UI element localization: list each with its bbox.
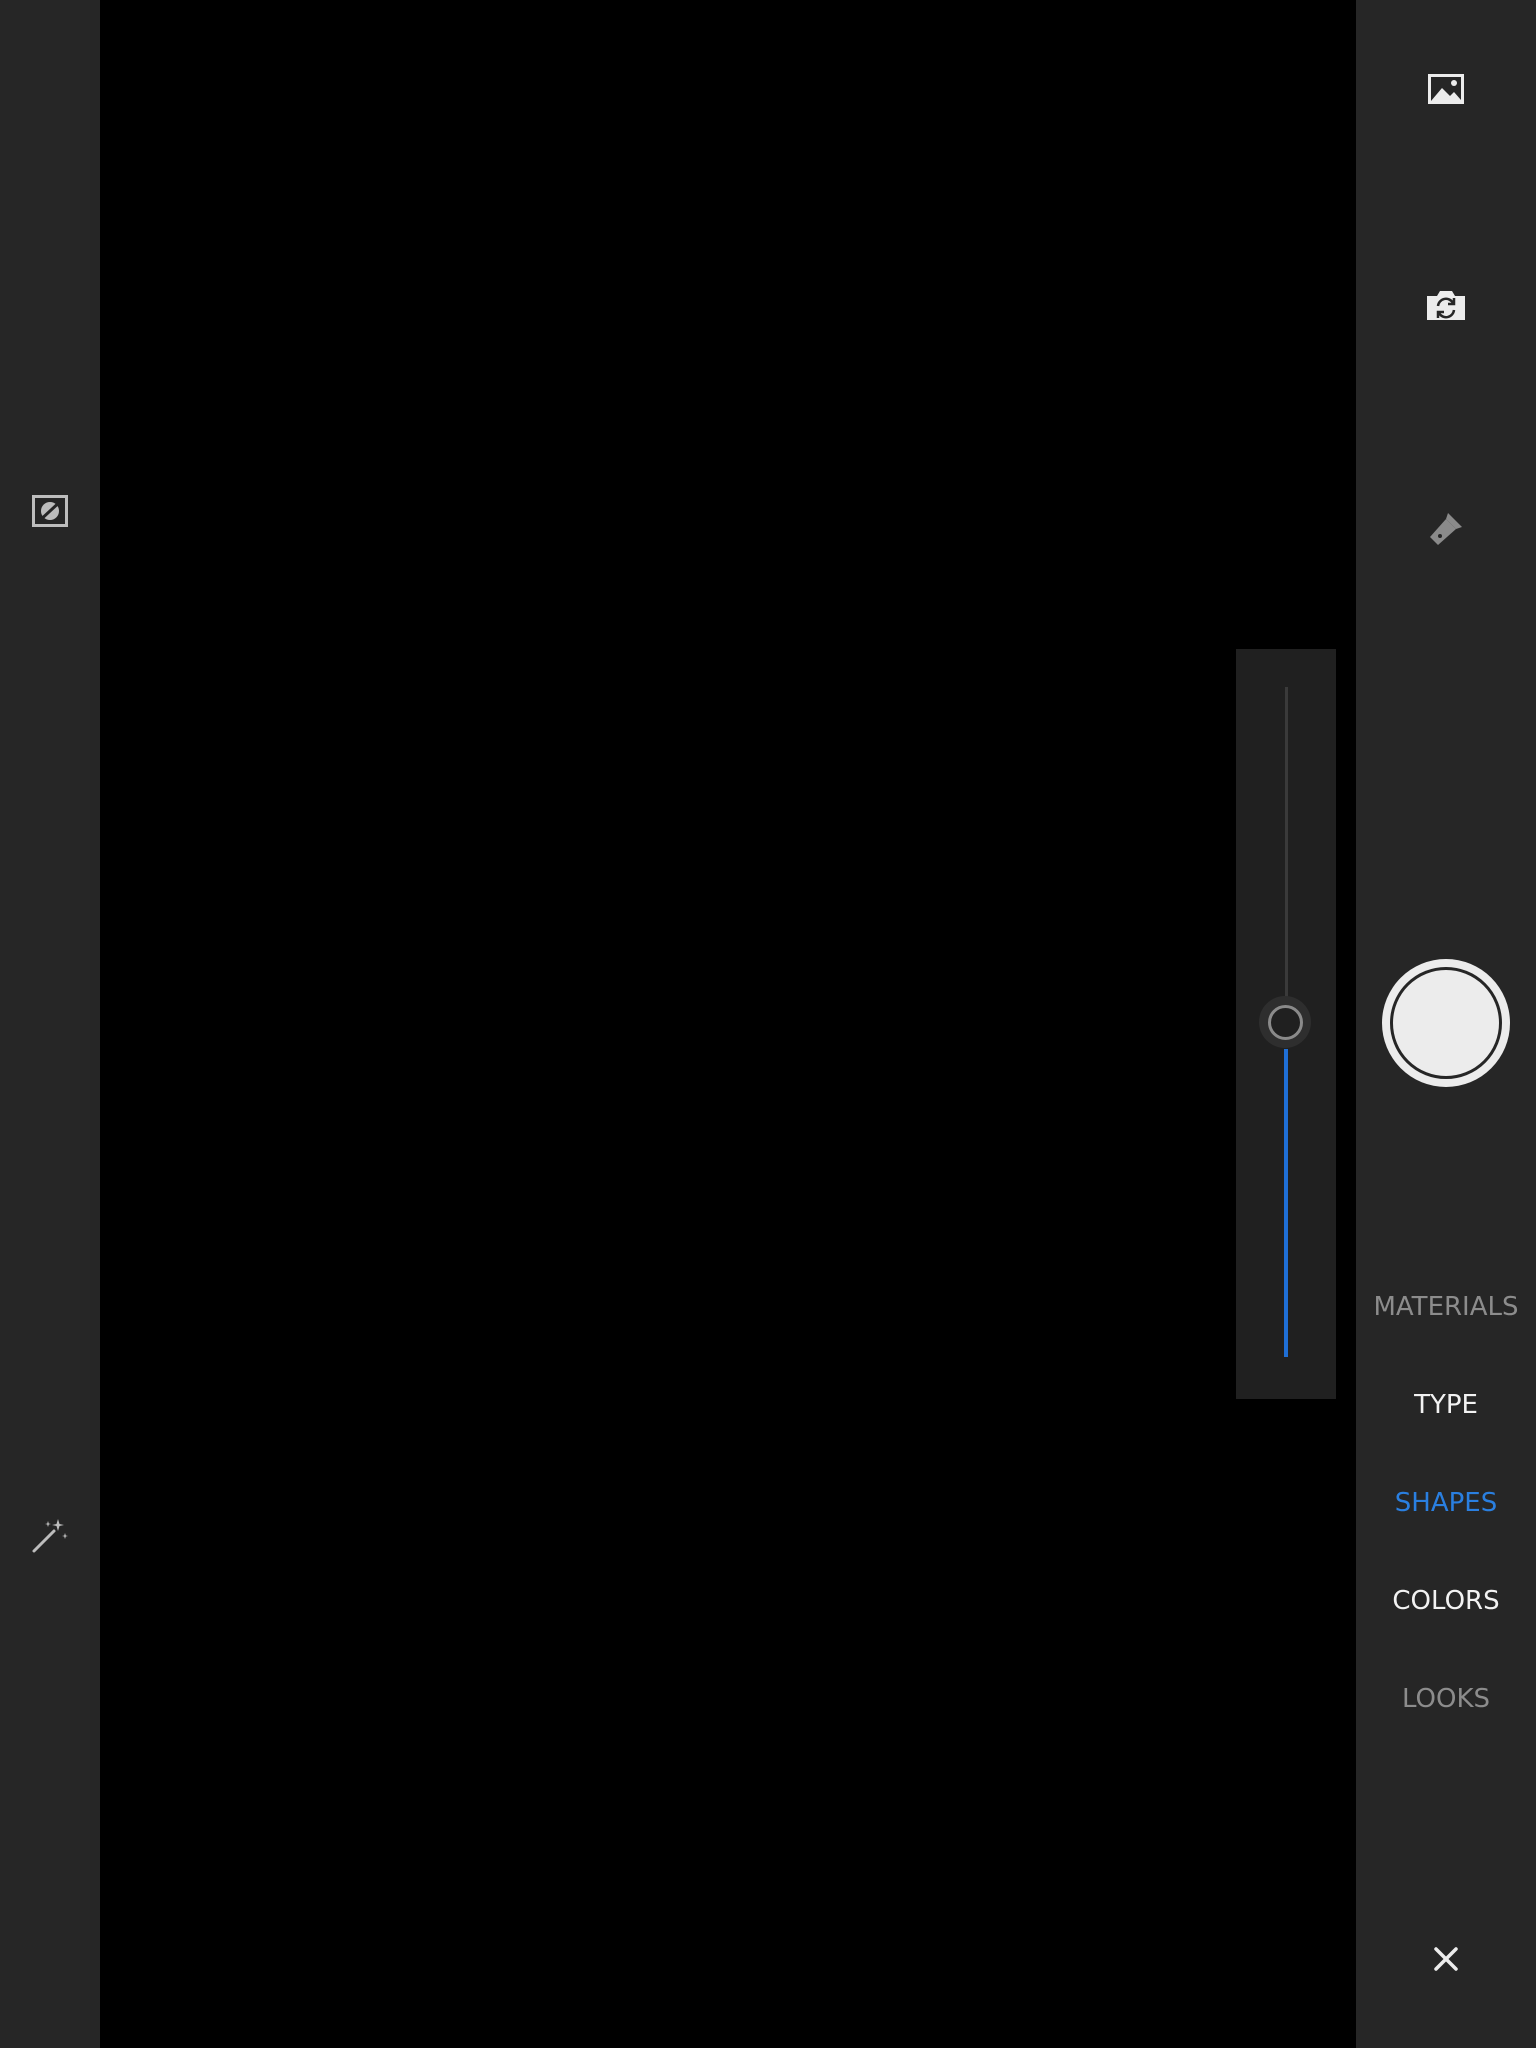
close-icon: [1431, 1944, 1461, 1974]
no-filter-button[interactable]: [20, 481, 80, 541]
shutter-button[interactable]: [1382, 959, 1510, 1087]
close-button[interactable]: [1416, 1929, 1476, 1989]
zoom-slider[interactable]: [1236, 649, 1336, 1399]
switch-camera-icon: [1425, 288, 1467, 322]
mode-materials[interactable]: MATERIALS: [1356, 1282, 1536, 1332]
mode-shapes[interactable]: SHAPES: [1356, 1478, 1536, 1528]
left-toolbar: [0, 0, 100, 2048]
zoom-slider-thumb[interactable]: [1268, 1005, 1303, 1040]
capture-screen: MATERIALS TYPE SHAPES COLORS LOOKS: [0, 0, 1536, 2048]
auto-enhance-button[interactable]: [20, 1505, 80, 1565]
gallery-icon: [1426, 72, 1466, 106]
mode-colors[interactable]: COLORS: [1356, 1576, 1536, 1626]
camera-viewfinder[interactable]: [100, 0, 1356, 2048]
no-filter-icon: [30, 491, 70, 531]
magic-wand-icon: [30, 1515, 70, 1555]
gallery-button[interactable]: [1416, 59, 1476, 119]
mode-type[interactable]: TYPE: [1356, 1380, 1536, 1430]
flashlight-button[interactable]: [1416, 499, 1476, 559]
flashlight-icon: [1426, 509, 1466, 549]
mode-looks[interactable]: LOOKS: [1356, 1674, 1536, 1724]
zoom-slider-fill: [1284, 1049, 1288, 1357]
zoom-slider-track[interactable]: [1285, 687, 1288, 1007]
shutter-button-inner: [1390, 967, 1502, 1079]
switch-camera-button[interactable]: [1416, 275, 1476, 335]
